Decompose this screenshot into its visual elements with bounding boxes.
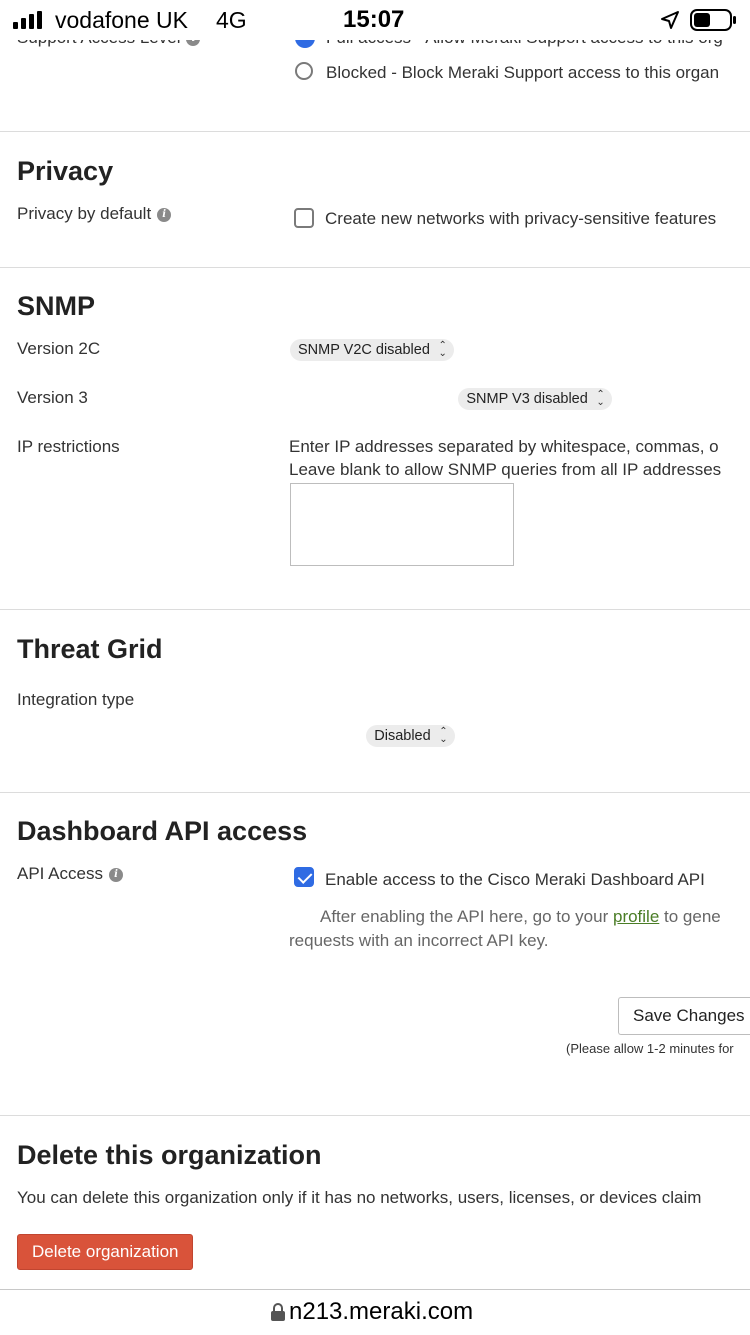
signal-icon xyxy=(13,11,49,29)
snmp-v2c-value: SNMP V2C disabled xyxy=(298,342,430,358)
save-changes-button[interactable]: Save Changes xyxy=(618,997,750,1035)
api-note-line2: requests with an incorrect API key. xyxy=(289,931,549,950)
url-text: n213.meraki.com xyxy=(289,1298,474,1325)
api-access-label: API Access i xyxy=(17,864,123,884)
snmp-ip-help-2: Leave blank to allow SNMP queries from a… xyxy=(289,460,722,479)
battery-icon xyxy=(690,8,738,37)
integration-type-select[interactable]: Disabled ⌃ ⌄ xyxy=(366,725,455,747)
snmp-ip-help-1: Enter IP addresses separated by whitespa… xyxy=(289,437,719,456)
delete-org-title: Delete this organization xyxy=(17,1140,322,1170)
status-bar: vodafone UK 4G 15:07 xyxy=(0,0,750,40)
threat-grid-title: Threat Grid xyxy=(17,634,163,664)
snmp-v2c-select[interactable]: SNMP V2C disabled ⌃ ⌄ xyxy=(290,339,454,361)
divider xyxy=(0,1115,750,1116)
divider xyxy=(0,267,750,268)
snmp-ip-textarea[interactable] xyxy=(290,483,514,566)
support-option-blocked: Blocked - Block Meraki Support access to… xyxy=(326,63,720,82)
profile-link[interactable]: profile xyxy=(613,907,659,926)
snmp-v3-value: SNMP V3 disabled xyxy=(466,391,588,407)
api-note-line1: After enabling the API here, go to your … xyxy=(320,907,721,926)
info-icon[interactable]: i xyxy=(157,207,172,222)
dashboard-api-title: Dashboard API access xyxy=(17,816,308,846)
api-access-checkbox[interactable] xyxy=(294,867,314,887)
lock-icon xyxy=(270,1302,286,1327)
divider xyxy=(0,131,750,132)
updown-chevron-icon: ⌃ ⌄ xyxy=(439,726,448,745)
url-bar[interactable]: n213.meraki.com xyxy=(0,1289,750,1335)
updown-chevron-icon: ⌃ ⌄ xyxy=(596,389,605,408)
support-radio-blocked[interactable] xyxy=(295,62,313,80)
divider xyxy=(0,609,750,610)
snmp-ip-label: IP restrictions xyxy=(17,437,120,456)
carrier-name: vodafone UK xyxy=(55,7,188,33)
updown-chevron-icon: ⌃ ⌄ xyxy=(438,340,447,359)
delete-organization-button[interactable]: Delete organization xyxy=(17,1234,194,1270)
save-note: (Please allow 1-2 minutes for xyxy=(566,1041,734,1056)
privacy-label: Privacy by default i xyxy=(17,204,172,224)
snmp-v3-label: Version 3 xyxy=(17,388,88,407)
snmp-v2c-label: Version 2C xyxy=(17,339,101,358)
network-type: 4G xyxy=(216,7,247,33)
privacy-checkbox[interactable] xyxy=(294,208,314,228)
info-icon[interactable]: i xyxy=(108,867,123,882)
clock: 15:07 xyxy=(343,6,405,33)
divider xyxy=(0,792,750,793)
snmp-v3-select[interactable]: SNMP V3 disabled ⌃ ⌄ xyxy=(458,388,612,410)
integration-type-label: Integration type xyxy=(17,690,135,709)
snmp-title: SNMP xyxy=(17,291,96,321)
location-arrow-icon xyxy=(660,10,680,35)
privacy-checkbox-text: Create new networks with privacy-sensiti… xyxy=(325,209,717,228)
delete-org-description: You can delete this organization only if… xyxy=(17,1188,702,1207)
api-access-checkbox-text: Enable access to the Cisco Meraki Dashbo… xyxy=(325,870,705,889)
privacy-title: Privacy xyxy=(17,156,114,186)
integration-type-value: Disabled xyxy=(374,728,431,744)
